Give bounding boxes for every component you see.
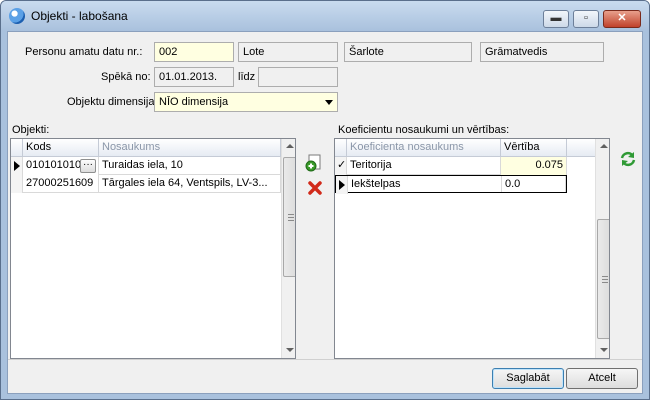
dialog-window: Objekti - labošana ▬ ▫ ✕ Personu amatu d… [0,0,650,400]
dialog-body: Personu amatu datu nr.: 002 Lote Šarlote… [7,31,643,394]
cell-name[interactable]: Tārgales iela 64, Ventspils, LV-3... [99,175,281,193]
close-button[interactable]: ✕ [603,10,641,28]
dimension-value: NĪO dimensija [159,96,229,108]
add-button[interactable] [305,154,323,172]
cell-name[interactable]: Turaidas iela, 10 [99,157,281,175]
add-icon [305,154,321,172]
position-number-label: Personu amatu datu nr.: [25,46,143,58]
delete-icon [308,181,322,195]
column-header-value[interactable]: Vērtība [501,139,567,157]
scroll-up-icon[interactable] [286,144,294,148]
refresh-icon [620,151,636,167]
scroll-thumb[interactable] [597,219,609,339]
footer-separator [8,359,642,360]
table-row[interactable]: 010101010 ··· Turaidas iela, 10 [11,157,281,175]
cell-code[interactable]: 27000251609 [23,175,99,193]
coeff-indicator-header [335,139,347,157]
delete-button[interactable] [307,180,323,196]
coefficients-scrollbar[interactable] [595,139,609,358]
cell-code[interactable]: 010101010 ··· [23,157,99,175]
window-title: Objekti - labošana [31,9,128,23]
current-row-arrow-icon [339,180,345,190]
row-indicator [11,175,23,193]
current-row-arrow-icon [14,161,20,171]
coefficients-label: Koeficientu nosaukumi un vērtības: [338,124,510,136]
cell-coefficient-name[interactable]: Iekštelpas [348,176,502,192]
column-header-name[interactable]: Nosaukums [99,139,281,157]
check-icon: ✓ [337,159,347,171]
table-row[interactable]: ✓ Teritorija 0.075 [335,157,567,175]
app-icon [9,8,25,24]
cancel-button[interactable]: Atcelt [566,368,638,389]
cell-coefficient-value[interactable]: 0.075 [501,157,567,175]
title-bar[interactable]: Objekti - labošana ▬ ▫ ✕ [1,1,649,31]
position-number-field[interactable]: 002 [154,42,234,62]
scroll-up-icon[interactable] [600,144,608,148]
row-indicator [11,157,23,175]
valid-from-label: Spēkā no: [101,71,151,83]
first-name-field: Lote [238,42,338,62]
objects-scrollbar[interactable] [281,139,295,358]
cell-coefficient-name[interactable]: Teritorija [347,157,501,175]
column-header-code[interactable]: Kods [23,139,99,157]
second-name-field: Šarlote [344,42,472,62]
valid-to-label: līdz [238,71,256,83]
table-row[interactable]: 27000251609 Tārgales iela 64, Ventspils,… [11,175,281,193]
cell-coefficient-value-editor[interactable]: 0.0 [502,176,566,192]
valid-to-field[interactable] [258,67,338,87]
maximize-button[interactable]: ▫ [573,10,599,28]
column-header-coefficient-name[interactable]: Koeficienta nosaukums [347,139,501,157]
coefficients-grid-header: Koeficienta nosaukums Vērtība [335,139,595,157]
save-button[interactable]: Saglabāt [492,368,564,389]
dimension-select[interactable]: NĪO dimensija [154,92,338,112]
chevron-down-icon[interactable] [325,100,333,105]
valid-from-field[interactable]: 01.01.2013. [154,67,234,87]
job-title-field: Grāmatvedis [480,42,604,62]
table-row[interactable]: Iekštelpas 0.0 [335,175,567,194]
objects-grid-header: Kods Nosaukums [11,139,281,157]
coefficients-grid: Koeficienta nosaukums Vērtība ✓ Teritori… [334,138,610,359]
dimension-label: Objektu dimensija: [67,96,158,108]
scroll-down-icon[interactable] [600,348,608,352]
objects-indicator-header [11,139,23,157]
refresh-button[interactable] [619,150,637,168]
minimize-button[interactable]: ▬ [543,10,569,28]
row-indicator [336,176,348,194]
row-indicator: ✓ [335,157,347,175]
cell-code-text: 010101010 [26,159,82,171]
scroll-down-icon[interactable] [286,348,294,352]
objects-label: Objekti: [12,124,50,136]
objects-grid: Kods Nosaukums 010101010 ··· Turaidas ie… [10,138,296,359]
ellipsis-button[interactable]: ··· [80,159,96,173]
scroll-thumb[interactable] [283,157,295,277]
